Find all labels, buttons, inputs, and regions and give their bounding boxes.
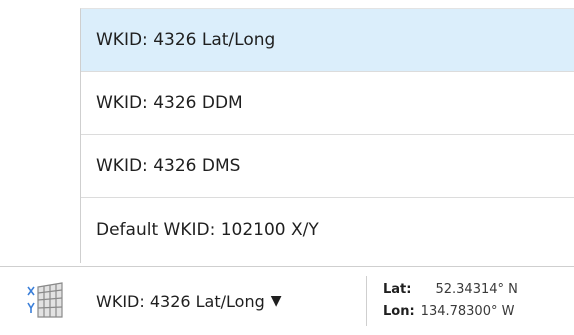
dropdown-arrow-icon: ▼ xyxy=(270,293,282,309)
latitude-value: 52.34314° N xyxy=(435,281,518,297)
wkid-selector-button[interactable]: WKID: 4326 Lat/Long ▼ xyxy=(96,287,282,315)
xy-grid-icon[interactable] xyxy=(22,279,66,323)
latitude-readout: Lat: 52.34314° N xyxy=(383,279,518,299)
wkid-dropdown-list: WKID: 4326 Lat/Long WKID: 4326 DDM WKID:… xyxy=(80,8,574,263)
menu-item-wkid-4326-latlong[interactable]: WKID: 4326 Lat/Long xyxy=(81,9,574,72)
coordinate-status-bar: WKID: 4326 Lat/Long ▼ Lat: 52.34314° N L… xyxy=(0,266,574,335)
longitude-readout: Lon: 134.78300° W xyxy=(383,301,514,321)
wkid-selector-label: WKID: 4326 Lat/Long xyxy=(96,291,265,311)
menu-item-wkid-4326-ddm[interactable]: WKID: 4326 DDM xyxy=(81,72,574,135)
menu-item-wkid-4326-dms[interactable]: WKID: 4326 DMS xyxy=(81,135,574,198)
statusbar-divider xyxy=(366,276,367,326)
longitude-label: Lon: xyxy=(383,303,415,319)
menu-item-default-wkid-102100[interactable]: Default WKID: 102100 X/Y xyxy=(81,198,574,261)
latitude-label: Lat: xyxy=(383,281,412,297)
longitude-value: 134.78300° W xyxy=(420,303,515,319)
